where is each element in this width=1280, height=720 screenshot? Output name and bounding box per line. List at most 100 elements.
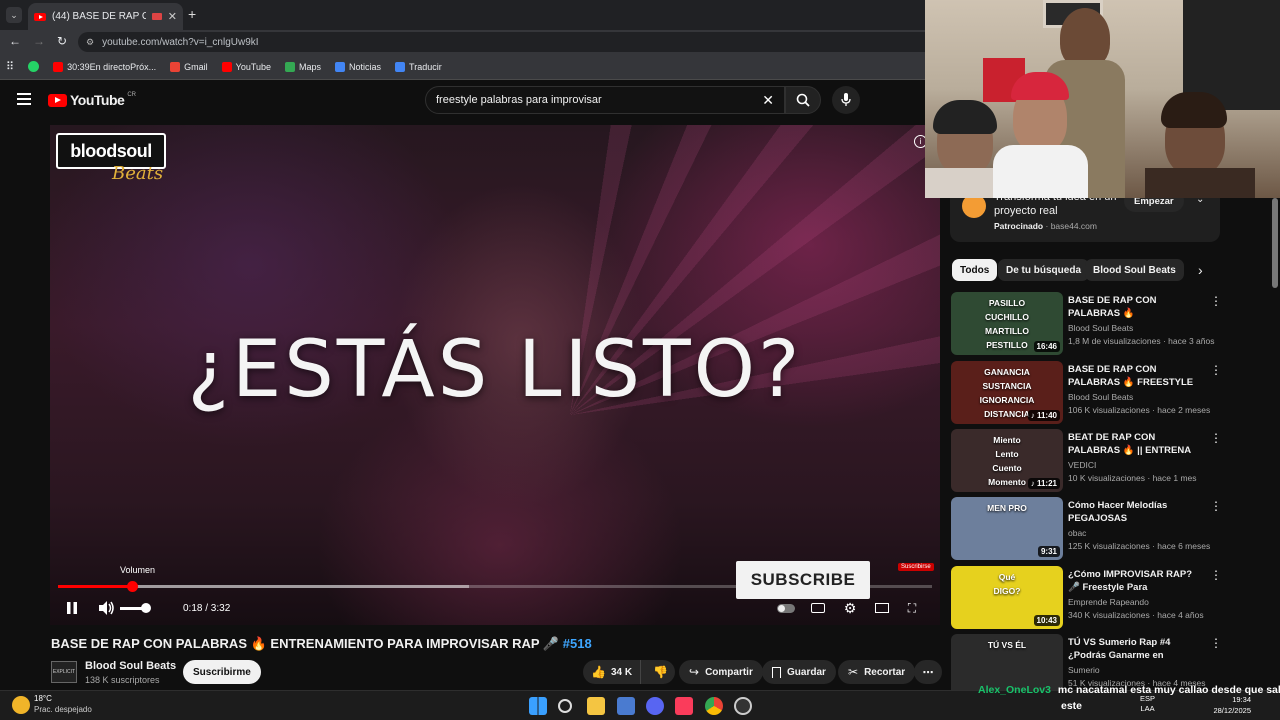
site-info-icon[interactable]: ⚙ — [86, 37, 94, 48]
autoplay-toggle[interactable] — [776, 599, 796, 617]
more-options-icon[interactable]: ⋮ — [1210, 294, 1222, 308]
search-input[interactable]: freestyle palabras para improvisar ✕ — [425, 86, 785, 114]
stream-chat-message: Alex_OneLov3 mc nacatamal esta muy calla… — [978, 684, 1280, 696]
mute-button[interactable] — [98, 599, 116, 617]
dislike-button[interactable]: 👎 — [647, 665, 674, 679]
save-label: Guardar — [787, 666, 826, 678]
bookmark-item[interactable]: Maps — [285, 61, 321, 72]
bookmark-item[interactable]: YouTube — [221, 61, 272, 72]
new-tab-button[interactable]: + — [188, 6, 196, 22]
clip-button[interactable]: ✂ Recortar — [838, 660, 916, 684]
bookmark-item[interactable]: Traducir — [395, 61, 442, 72]
taskbar-search-icon[interactable] — [558, 699, 572, 713]
more-options-icon[interactable]: ⋮ — [1210, 568, 1222, 582]
menu-icon[interactable] — [17, 93, 31, 105]
recommendation-title[interactable]: ¿Cómo IMPROVISAR RAP? 🎤 Freestyle Para P… — [1068, 568, 1203, 595]
channel-avatar[interactable]: EXPLICIT — [51, 661, 77, 683]
gmail-icon — [170, 61, 181, 72]
close-tab-icon[interactable]: ✕ — [168, 10, 177, 23]
bookmark-item[interactable]: Noticias — [335, 61, 381, 72]
video-player[interactable]: bloodsoul Beats i ¿ESTÁS LISTO? Volumen … — [50, 125, 940, 625]
chip-blood-soul-beats[interactable]: Blood Soul Beats — [1085, 259, 1184, 281]
person-right-body — [1145, 168, 1255, 198]
more-actions-button[interactable]: ⋯ — [914, 660, 942, 684]
recommendation-thumbnail[interactable]: MEN PRO 9:31 — [951, 497, 1063, 560]
channel-name[interactable]: Blood Soul Beats — [85, 660, 176, 672]
search-button[interactable] — [785, 86, 821, 114]
whatsapp-icon[interactable] — [28, 61, 40, 72]
more-options-icon[interactable]: ⋮ — [1210, 431, 1222, 445]
duration-badge: 9:31 — [1037, 546, 1060, 557]
more-options-icon[interactable]: ⋮ — [1210, 636, 1222, 650]
reload-icon[interactable]: ↻ — [57, 34, 67, 48]
settings-app-icon[interactable] — [617, 697, 635, 715]
recommendation-item[interactable]: Miento Lento Cuento Momento ♪ 11:21 BEAT D… — [951, 429, 1222, 493]
voice-search-button[interactable] — [832, 86, 860, 114]
like-dislike-group: 👍 34 K 👎 — [583, 660, 675, 684]
chip-de-tu-busqueda[interactable]: De tu búsqueda — [998, 259, 1090, 281]
bookmark-label: YouTube — [235, 61, 272, 72]
file-explorer-icon[interactable] — [587, 697, 605, 715]
volume-icon — [99, 601, 114, 615]
clock[interactable]: 19:34 28/12/2025 — [1205, 694, 1251, 716]
subscribe-animation-overlay: SUBSCRIBE — [736, 561, 870, 599]
recommendation-channel[interactable]: Blood Soul Beats — [1068, 392, 1133, 402]
recommendation-item[interactable]: PASILLO CUCHILLO MARTILLO PESTILLO 16:46 B… — [951, 292, 1222, 356]
url-bar[interactable]: ⚙ youtube.com/watch?v=i_cnlgUw9kI — [78, 32, 938, 52]
recommendation-item[interactable]: MEN PRO 9:31 Cómo Hacer Melodías PEGAJOSAS… — [951, 497, 1222, 561]
recommendation-channel[interactable]: Blood Soul Beats — [1068, 323, 1133, 333]
recommendation-title[interactable]: BASE DE RAP CON PALABRAS 🔥 FREESTYLE RAP… — [1068, 363, 1203, 390]
like-button[interactable]: 👍 34 K — [583, 660, 642, 684]
volume-knob[interactable] — [141, 603, 151, 613]
settings-button[interactable]: ⚙ — [840, 599, 860, 617]
recommendation-thumbnail[interactable]: Qué DIGO? 10:43 — [951, 566, 1063, 629]
discord-icon[interactable] — [646, 697, 664, 715]
windows-start-icon[interactable] — [529, 697, 547, 715]
miniplayer-button[interactable] — [872, 599, 892, 617]
progress-scrubber[interactable] — [127, 581, 139, 592]
youtube-logo[interactable]: YouTube CR — [48, 92, 136, 108]
recommendation-channel[interactable]: obac — [1068, 528, 1086, 538]
back-icon[interactable]: ← — [9, 34, 21, 48]
chrome-icon[interactable] — [705, 697, 723, 715]
recommendation-channel[interactable]: VEDICI — [1068, 460, 1096, 470]
recommendation-item[interactable]: Qué DIGO? 10:43 ¿Cómo IMPROVISAR RAP? 🎤 Fr… — [951, 566, 1222, 630]
save-button[interactable]: Guardar — [762, 660, 836, 684]
tab-list-button[interactable]: ⌄ — [6, 7, 22, 23]
search-icon — [796, 93, 810, 107]
forward-icon[interactable]: → — [33, 34, 45, 48]
recommendation-title[interactable]: Cómo Hacer Melodías PEGAJOSAS — [1068, 499, 1203, 525]
recommendation-title[interactable]: BASE DE RAP CON PALABRAS 🔥 ENTRENAMIENTO… — [1068, 294, 1203, 321]
obs-icon[interactable] — [734, 697, 752, 715]
pause-button[interactable] — [64, 599, 80, 617]
recommendation-thumbnail[interactable]: PASILLO CUCHILLO MARTILLO PESTILLO 16:46 — [951, 292, 1063, 355]
chip-todos[interactable]: Todos — [952, 259, 998, 281]
share-button[interactable]: ↪ Compartir — [679, 660, 763, 684]
bookmark-item[interactable]: 30:39En directoPróx... — [53, 61, 156, 72]
music-app-icon[interactable] — [675, 697, 693, 715]
weather-icon[interactable] — [12, 696, 30, 714]
recommendation-channel[interactable]: Sumerio — [1068, 665, 1100, 675]
hashtag-link[interactable]: #518 — [563, 636, 592, 651]
recommendation-item[interactable]: GANANCIA SUSTANCIA IGNORANCIA DISTANCIA ♪… — [951, 361, 1222, 425]
browser-tab-active[interactable]: (44) BASE DE RAP CON PAL ✕ — [28, 3, 183, 30]
recommendation-thumbnail[interactable]: GANANCIA SUSTANCIA IGNORANCIA DISTANCIA ♪… — [951, 361, 1063, 424]
chevron-right-icon[interactable]: › — [1198, 262, 1203, 278]
subtitles-button[interactable] — [808, 599, 828, 617]
subscribe-button[interactable]: Suscribirme — [183, 660, 261, 684]
fullscreen-button[interactable]: ⛶ — [902, 599, 922, 617]
page-scrollbar[interactable] — [1272, 198, 1278, 288]
channel-subscriber-count: 138 K suscriptores — [85, 675, 160, 685]
apps-grid-icon[interactable]: ⠿ — [6, 60, 14, 73]
clear-search-icon[interactable]: ✕ — [762, 92, 774, 109]
recommendation-title[interactable]: BEAT DE RAP CON PALABRAS 🔥 || ENTRENA TU… — [1068, 431, 1203, 458]
more-options-icon[interactable]: ⋮ — [1210, 499, 1222, 513]
recommendation-thumbnail[interactable]: Miento Lento Cuento Momento ♪ 11:21 — [951, 429, 1063, 492]
volume-slider[interactable] — [120, 603, 151, 613]
more-options-icon[interactable]: ⋮ — [1210, 363, 1222, 377]
bookmark-item[interactable]: Gmail — [170, 61, 208, 72]
recommendation-title[interactable]: TÚ VS Sumerio Rap #4 ¿Podrás Ganarme en … — [1068, 636, 1203, 663]
mute-tab-icon[interactable] — [151, 13, 162, 20]
recommendation-channel[interactable]: Emprende Rapeando — [1068, 597, 1149, 607]
language-indicator[interactable]: ESP LAA — [1140, 694, 1155, 714]
